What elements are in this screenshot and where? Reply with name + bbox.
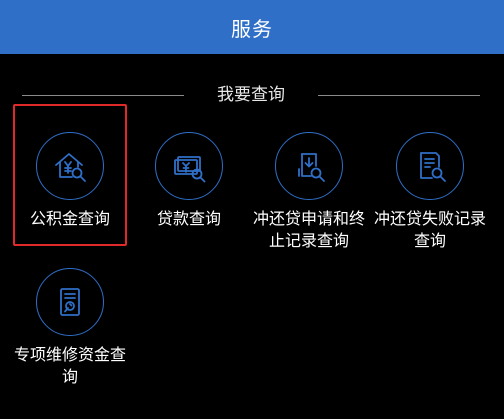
service-tile-provident-fund-query[interactable]: 公积金查询 xyxy=(12,132,128,230)
tile-label: 冲还贷申请和终止记录查询 xyxy=(252,209,365,250)
house-search-icon xyxy=(36,132,104,200)
service-tile-maintenance-fund-query[interactable]: 专项维修资金查询 xyxy=(12,268,128,388)
download-search-icon xyxy=(275,132,343,200)
section-title: 我要查询 xyxy=(217,85,285,105)
tile-label: 冲还贷失败记录查询 xyxy=(373,209,486,250)
document-search-icon xyxy=(396,132,464,200)
service-tile-repayment-application-record-query[interactable]: 冲还贷申请和终止记录查询 xyxy=(251,132,367,252)
wrench-document-icon xyxy=(36,268,104,336)
tile-label: 专项维修资金查询 xyxy=(13,345,126,386)
tile-label: 贷款查询 xyxy=(156,209,221,228)
tile-label: 公积金查询 xyxy=(29,209,110,228)
service-tile-repayment-failure-record-query[interactable]: 冲还贷失败记录查询 xyxy=(372,132,488,252)
money-search-icon xyxy=(155,132,223,200)
section-header: 我要查询 xyxy=(0,82,504,108)
divider-left xyxy=(22,95,184,96)
app-header: 服务 xyxy=(0,0,504,54)
page-title: 服务 xyxy=(231,16,273,41)
service-tile-loan-query[interactable]: 贷款查询 xyxy=(131,132,247,230)
divider-right xyxy=(318,95,480,96)
